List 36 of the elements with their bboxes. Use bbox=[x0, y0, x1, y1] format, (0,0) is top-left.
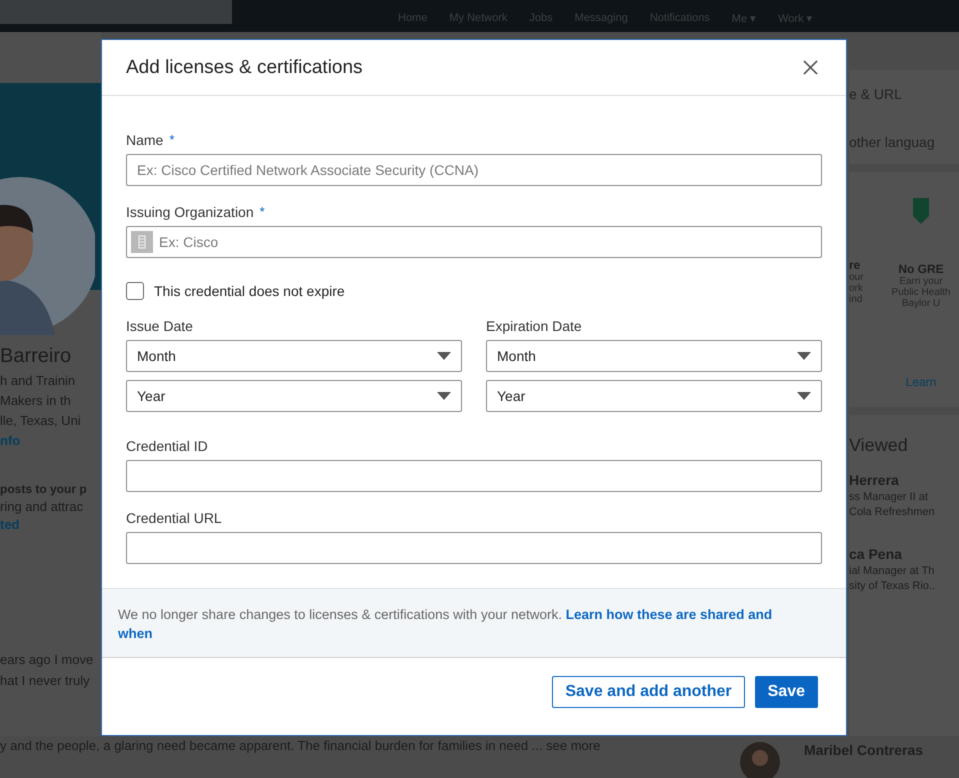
avatar-icon bbox=[740, 742, 780, 778]
ad-link[interactable]: Learn bbox=[906, 375, 936, 389]
promo-link[interactable]: ted bbox=[0, 517, 20, 532]
field-label: Issue Date bbox=[126, 318, 193, 334]
learn-more-link[interactable]: Learn how these are shared and bbox=[566, 607, 772, 622]
caret-icon bbox=[437, 392, 451, 400]
contact-info-link[interactable]: nfo bbox=[0, 433, 20, 448]
field-label: Expiration Date bbox=[486, 318, 582, 334]
learn-more-link[interactable]: when bbox=[118, 624, 153, 643]
dropdown[interactable]: Month bbox=[486, 340, 822, 372]
field-label: Credential URL bbox=[126, 510, 222, 526]
search-field[interactable] bbox=[0, 0, 232, 24]
save-button[interactable]: Save bbox=[754, 676, 818, 708]
dropdown[interactable]: Year bbox=[126, 380, 462, 412]
notice-text: We no longer share changes to licenses & certifications with your network. bbox=[118, 607, 562, 622]
save-and-add-button[interactable]: Save and add another bbox=[552, 676, 745, 708]
input-field[interactable]: Ex: Cisco Certified Network Associate Security (CCNA) bbox=[126, 154, 822, 186]
input-field[interactable] bbox=[126, 460, 822, 492]
caret-icon bbox=[437, 352, 451, 360]
checkbox[interactable] bbox=[126, 282, 144, 300]
shield-logo-icon bbox=[911, 196, 931, 226]
required-mark: * bbox=[169, 132, 174, 147]
checkbox-label: This credential does not expire bbox=[154, 283, 345, 299]
caret-icon bbox=[797, 352, 811, 360]
dropdown[interactable]: Year bbox=[486, 380, 822, 412]
caret-icon bbox=[797, 392, 811, 400]
field-label: Name bbox=[126, 132, 164, 148]
required-mark: * bbox=[260, 204, 265, 219]
dialog-title: Add licenses & certifications bbox=[126, 56, 363, 78]
building-icon bbox=[131, 231, 153, 253]
field-label: Issuing Organization bbox=[126, 204, 254, 220]
input-field[interactable] bbox=[126, 532, 822, 564]
close-icon[interactable] bbox=[803, 60, 818, 75]
field-label: Credential ID bbox=[126, 438, 208, 454]
input-field[interactable]: Ex: Cisco bbox=[126, 226, 822, 258]
dropdown[interactable]: Month bbox=[126, 340, 462, 372]
